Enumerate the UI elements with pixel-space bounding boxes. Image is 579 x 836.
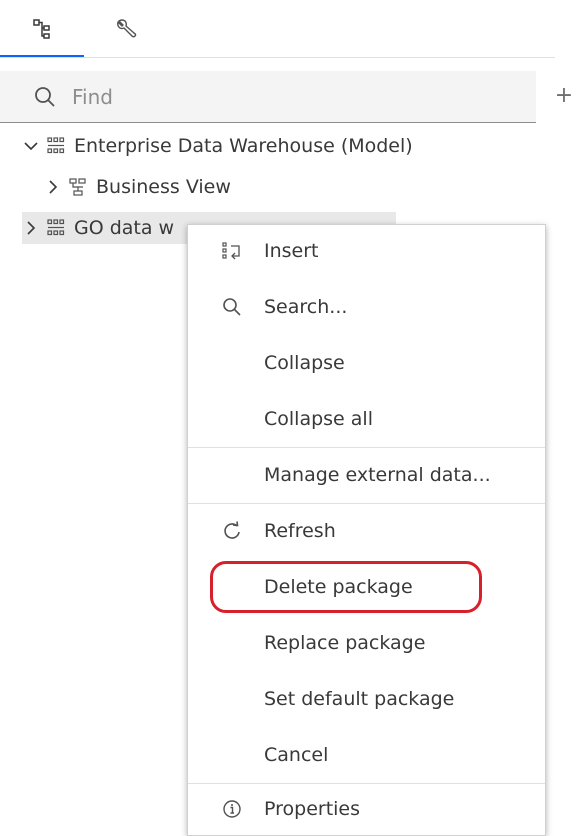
info-icon [221,798,243,820]
menu-separator [188,503,545,504]
menu-item-manage-external-data[interactable]: Manage external data... [188,451,545,499]
tree-item-business-view[interactable]: Business View [44,171,231,203]
menu-item-refresh[interactable]: Refresh [188,507,545,555]
add-button[interactable]: + [553,82,575,108]
menu-item-label: Collapse all [264,408,373,430]
menu-item-label: Set default package [264,688,455,710]
menu-item-delete-package[interactable]: Delete package [188,563,545,611]
chevron-right-icon[interactable] [22,219,40,237]
app-root: + Enterprise Data Warehouse (Model) Busi… [0,0,579,836]
tree-item-label: GO data w [74,217,175,239]
menu-item-label: Replace package [264,632,426,654]
menu-separator [188,783,545,784]
search-input[interactable] [70,83,474,110]
search-box [0,71,536,123]
menu-item-label: Properties [264,798,361,820]
tab-tree-view[interactable] [0,0,84,58]
menu-item-set-default-package[interactable]: Set default package [188,675,545,723]
tree-item-label: Business View [96,176,231,198]
tree-item-enterprise-data-warehouse[interactable]: Enterprise Data Warehouse (Model) [22,130,413,162]
menu-item-label: Delete package [264,576,413,598]
search-icon [221,296,243,318]
hierarchy-icon [69,178,86,196]
data-module-icon [47,137,65,154]
menu-item-insert[interactable]: Insert [188,227,545,275]
context-menu: Insert Search... Collapse Collapse all M… [187,224,546,836]
chevron-down-icon[interactable] [22,137,40,155]
menu-item-cancel[interactable]: Cancel [188,731,545,779]
wrench-icon [117,19,137,38]
plus-icon: + [554,82,574,108]
menu-item-label: Manage external data... [264,464,491,486]
tab-bar [0,0,579,58]
menu-item-label: Insert [264,240,319,262]
tab-divider [0,57,555,58]
tree-structure-icon [33,19,50,39]
menu-item-collapse[interactable]: Collapse [188,339,545,387]
menu-item-search[interactable]: Search... [188,283,545,331]
chevron-right-icon[interactable] [44,178,62,196]
menu-separator [188,447,545,448]
tab-tools[interactable] [84,0,168,58]
menu-item-label: Collapse [264,352,345,374]
menu-item-properties[interactable]: Properties [188,785,545,833]
menu-item-label: Refresh [264,520,336,542]
menu-item-label: Cancel [264,744,329,766]
search-icon [35,86,55,107]
menu-item-label: Search... [264,296,348,318]
menu-item-collapse-all[interactable]: Collapse all [188,395,545,443]
menu-item-replace-package[interactable]: Replace package [188,619,545,667]
tree-item-label: Enterprise Data Warehouse (Model) [74,135,413,157]
insert-icon [221,240,243,262]
data-module-icon [47,219,65,236]
refresh-icon [221,520,243,542]
